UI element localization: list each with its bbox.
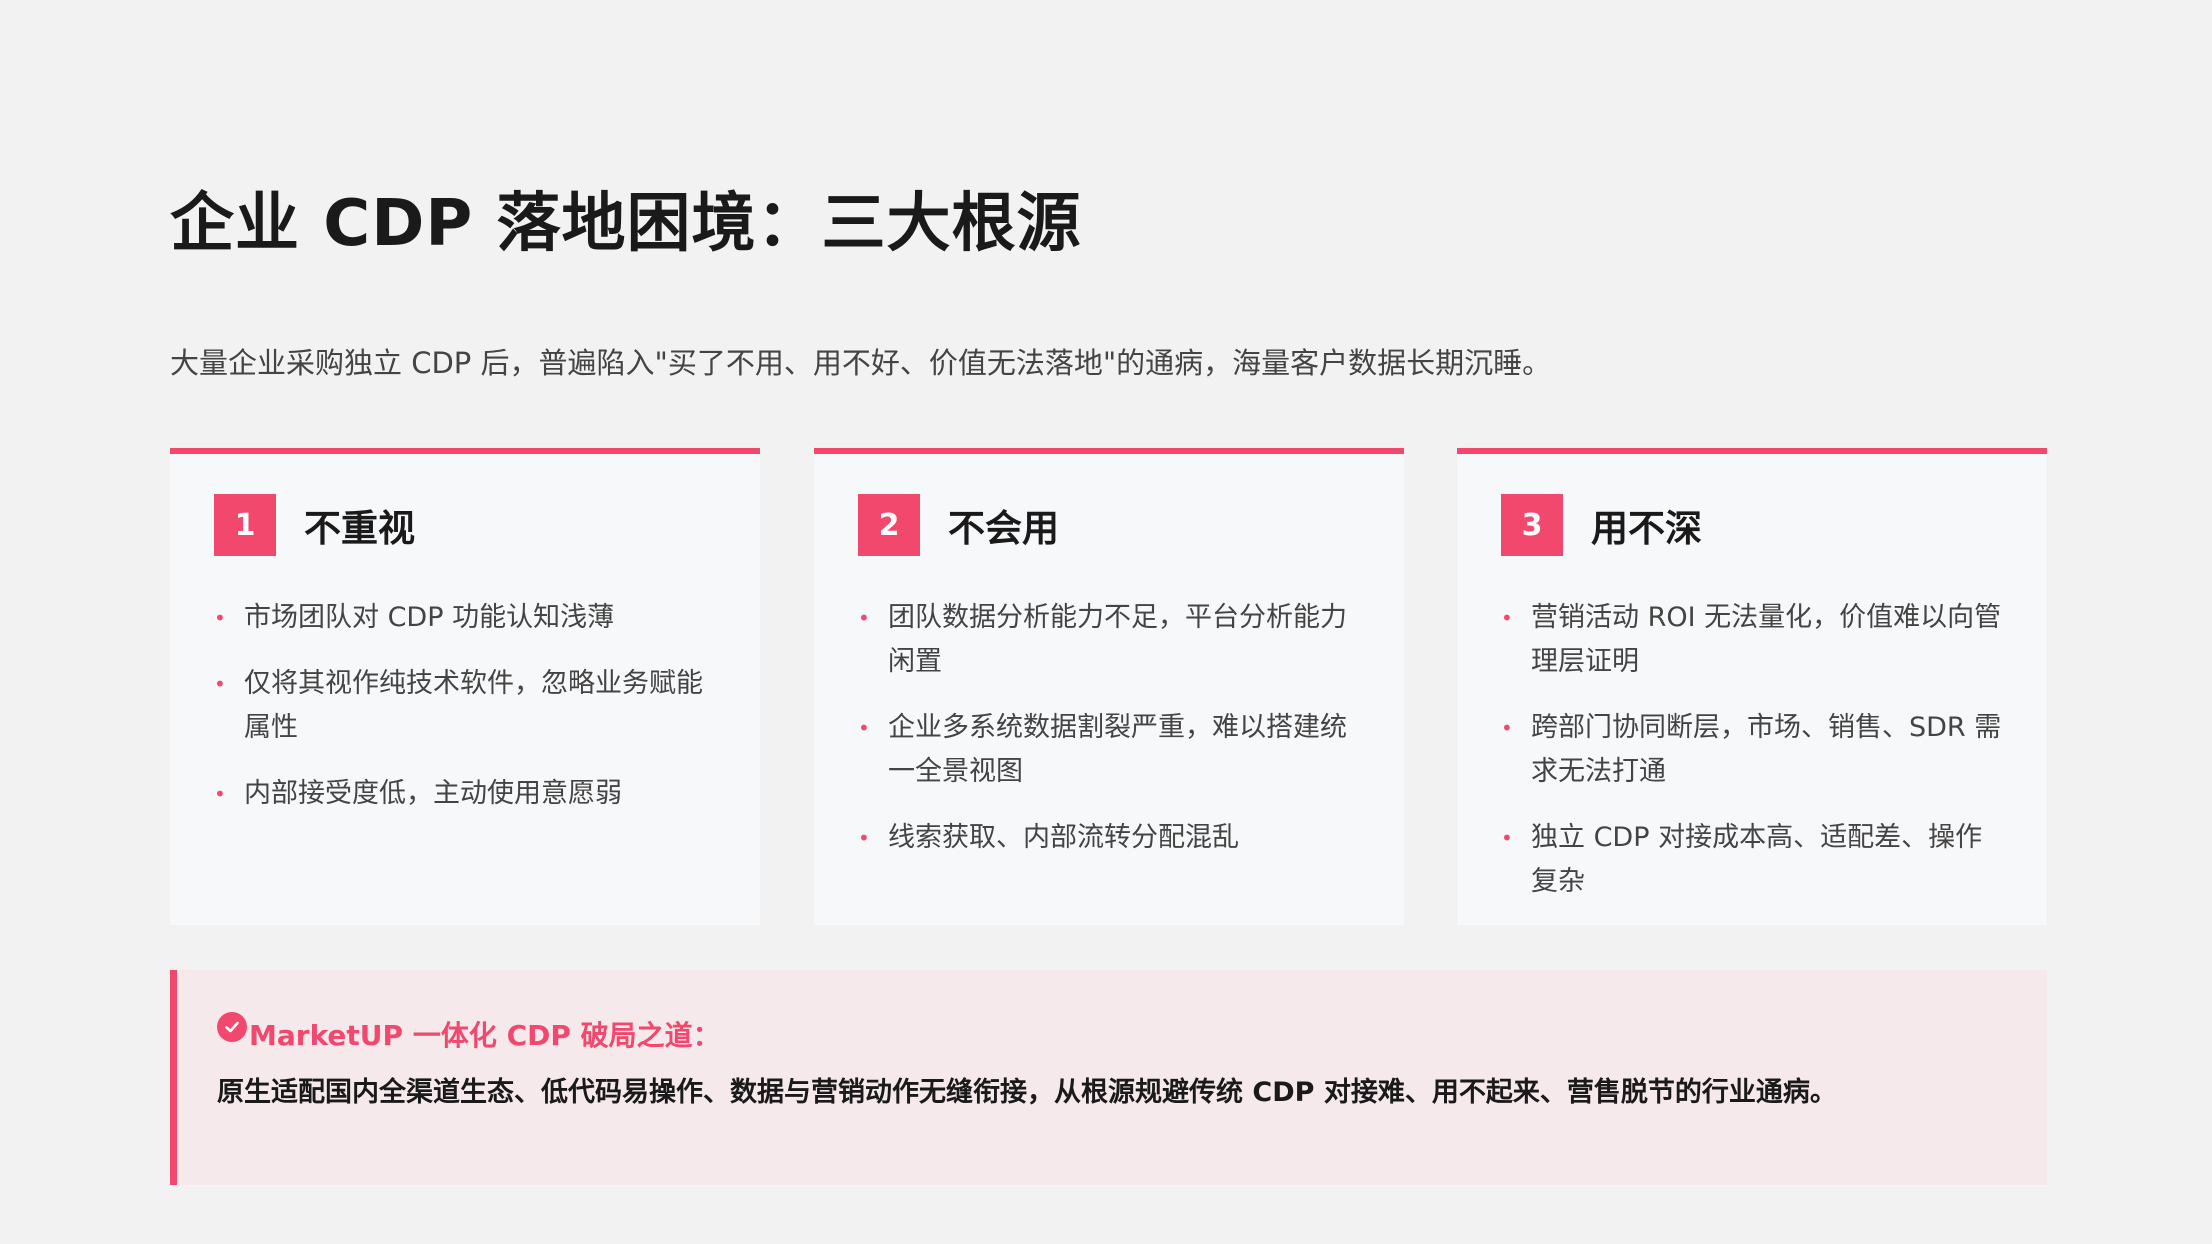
solution-title: MarketUP 一体化 CDP 破局之道： xyxy=(249,1019,721,1052)
bullet-dot-icon: • xyxy=(214,606,226,630)
bullet-dot-icon: • xyxy=(214,672,226,696)
solution-body: 原生适配国内全渠道生态、低代码易操作、数据与营销动作无缝衔接，从根源规避传统 C… xyxy=(217,1077,1837,1108)
card-header: 3 用不深 xyxy=(1501,494,1702,556)
list-item: • 跨部门协同断层，市场、销售、SDR 需求无法打通 xyxy=(1501,706,2007,794)
card-header: 1 不重视 xyxy=(214,494,415,556)
card-point-list: • 市场团队对 CDP 功能认知浅薄 • 仅将其视作纯技术软件，忽略业务赋能属性 •… xyxy=(214,596,720,838)
card-header: 2 不会用 xyxy=(858,494,1059,556)
bullet-dot-icon: • xyxy=(858,826,870,850)
list-item: • 独立 CDP 对接成本高、适配差、操作复杂 xyxy=(1501,816,2007,904)
list-item: • 仅将其视作纯技术软件，忽略业务赋能属性 xyxy=(214,662,720,750)
bullet-dot-icon: • xyxy=(858,606,870,630)
card-not-valued: 1 不重视 • 市场团队对 CDP 功能认知浅薄 • 仅将其视作纯技术软件，忽略业务… xyxy=(170,448,760,925)
list-item: • 企业多系统数据割裂严重，难以搭建统一全景视图 xyxy=(858,706,1364,794)
card-title: 用不深 xyxy=(1591,507,1702,550)
card-point-list: • 营销活动 ROI 无法量化，价值难以向管理层证明 • 跨部门协同断层，市场、销售… xyxy=(1501,596,2007,926)
card-number-badge: 3 xyxy=(1501,494,1563,556)
bullet-dot-icon: • xyxy=(858,716,870,740)
card-cannot-use: 2 不会用 • 团队数据分析能力不足，平台分析能力闲置 • 企业多系统数据割裂严重，… xyxy=(814,448,1404,925)
page-title: 企业 CDP 落地困境：三大根源 xyxy=(170,187,1082,261)
bullet-dot-icon: • xyxy=(1501,606,1513,630)
card-number-badge: 1 xyxy=(214,494,276,556)
list-item: • 营销活动 ROI 无法量化，价值难以向管理层证明 xyxy=(1501,596,2007,684)
bullet-dot-icon: • xyxy=(1501,716,1513,740)
check-circle-icon xyxy=(217,1012,247,1042)
solution-callout: MarketUP 一体化 CDP 破局之道： 原生适配国内全渠道生态、低代码易操… xyxy=(170,970,2047,1185)
bullet-dot-icon: • xyxy=(1501,826,1513,850)
bullet-dot-icon: • xyxy=(214,782,226,806)
list-item: • 内部接受度低，主动使用意愿弱 xyxy=(214,772,720,816)
card-not-deep: 3 用不深 • 营销活动 ROI 无法量化，价值难以向管理层证明 • 跨部门协同断层… xyxy=(1457,448,2047,925)
list-item: • 线索获取、内部流转分配混乱 xyxy=(858,816,1364,860)
solution-header: MarketUP 一体化 CDP 破局之道： xyxy=(217,1012,721,1054)
card-number-badge: 2 xyxy=(858,494,920,556)
card-title: 不重视 xyxy=(304,507,415,550)
page-subtitle: 大量企业采购独立 CDP 后，普遍陷入"买了不用、用不好、价值无法落地"的通病，… xyxy=(170,346,1552,380)
list-item: • 市场团队对 CDP 功能认知浅薄 xyxy=(214,596,720,640)
list-item: • 团队数据分析能力不足，平台分析能力闲置 xyxy=(858,596,1364,684)
card-point-list: • 团队数据分析能力不足，平台分析能力闲置 • 企业多系统数据割裂严重，难以搭建统一… xyxy=(858,596,1364,882)
card-title: 不会用 xyxy=(948,507,1059,550)
